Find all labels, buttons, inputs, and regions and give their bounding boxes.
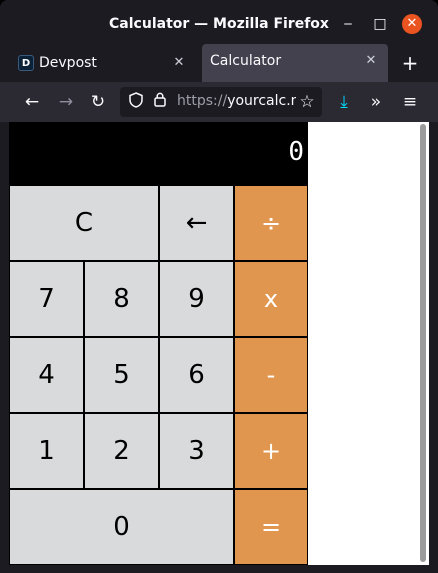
minimize-button[interactable]: ‒ [338,14,358,34]
close-window-button[interactable]: ✕ [402,14,422,34]
digit-8-button[interactable]: 8 [84,261,159,337]
navigation-bar: ← → ↻ https://yourcalc.n ☆ ⤓ » ≡ [0,82,438,122]
forward-button[interactable]: → [54,90,78,114]
close-tab-icon[interactable]: ✕ [170,54,188,72]
reload-button[interactable]: ↻ [86,90,110,114]
tab-bar: D Devpost ✕ Calculator ✕ + [0,44,438,487]
url-bar[interactable]: https://yourcalc.n ☆ [120,87,322,117]
devpost-favicon-icon: D [18,55,34,71]
calculator-display: 0 [9,122,308,185]
tab-label: Calculator [210,53,282,69]
page-scrollbar[interactable] [420,124,426,562]
calculator: 0 C ← ÷ 7 8 9 x 4 5 6 - 1 2 3 + 0 = [9,122,308,565]
maximize-button[interactable]: □ [370,14,390,34]
digit-3-button[interactable]: 3 [159,413,234,489]
download-icon[interactable]: ⤓ [332,90,356,114]
tab-devpost[interactable]: D Devpost ✕ [10,46,196,80]
new-tab-button[interactable]: + [398,52,422,76]
clear-button[interactable]: C [9,185,159,261]
shield-icon[interactable] [126,92,146,112]
title-bar: Calculator — Mozilla Firefox ‒ □ ✕ [0,0,438,44]
back-button[interactable]: ← [20,90,44,114]
digit-4-button[interactable]: 4 [9,337,84,413]
backspace-button[interactable]: ← [159,185,234,261]
subtract-button[interactable]: - [234,337,308,413]
digit-2-button[interactable]: 2 [84,413,159,489]
digit-1-button[interactable]: 1 [9,413,84,489]
close-tab-icon[interactable]: ✕ [362,52,380,70]
url-host: yourcalc.n [227,93,300,109]
overflow-menu-icon[interactable]: » [364,90,388,114]
bookmark-star-icon[interactable]: ☆ [296,91,318,113]
page-content: 0 C ← ÷ 7 8 9 x 4 5 6 - 1 2 3 + 0 = [9,122,429,565]
digit-9-button[interactable]: 9 [159,261,234,337]
equals-button[interactable]: = [234,489,308,565]
url-text[interactable]: https://yourcalc.n [177,93,300,109]
add-button[interactable]: + [234,413,308,489]
digit-7-button[interactable]: 7 [9,261,84,337]
tab-label: Devpost [39,55,97,71]
digit-6-button[interactable]: 6 [159,337,234,413]
lock-icon[interactable] [150,92,170,112]
digit-5-button[interactable]: 5 [84,337,159,413]
url-scheme: https:// [177,93,228,109]
multiply-button[interactable]: x [234,261,308,337]
digit-0-button[interactable]: 0 [9,489,234,565]
hamburger-menu-icon[interactable]: ≡ [398,90,422,114]
firefox-window: Calculator — Mozilla Firefox ‒ □ ✕ D Dev… [0,0,438,573]
window-bottom-edge [0,565,438,573]
divide-button[interactable]: ÷ [234,185,308,261]
